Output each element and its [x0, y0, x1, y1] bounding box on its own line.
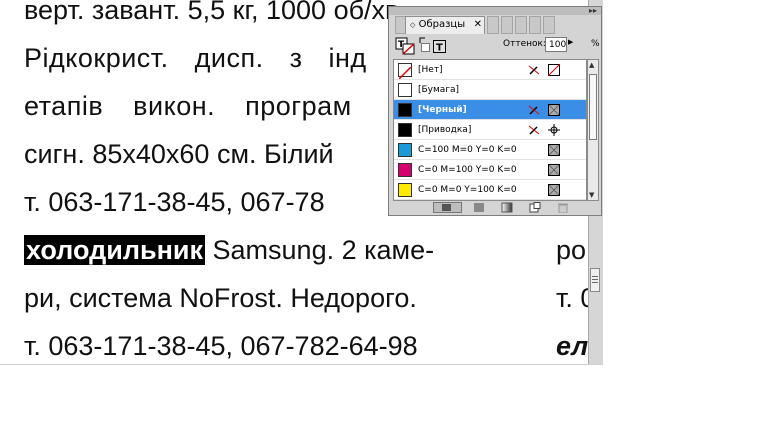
tab-swatches-label: Образцы	[418, 19, 466, 30]
swatch-toolbar: T T Оттенок: 100 ▶ %	[393, 35, 600, 57]
text-line-3: етапів викон. програм	[24, 90, 352, 122]
document-bottom-edge	[0, 364, 602, 365]
grip-line	[592, 282, 598, 283]
swatch-name: [Приводка]	[418, 125, 472, 135]
tab-other[interactable]	[515, 16, 527, 34]
swatch-list-scrollbar[interactable]: ▲ ▼	[587, 59, 599, 201]
tab-other[interactable]	[529, 16, 541, 34]
swatch-color-chip	[398, 83, 412, 97]
swatch-list: [Нет] [Бумага] [Черный] [Приводка] C=100 M=0…	[393, 59, 587, 201]
swatch-name: C=0 M=100 Y=0 K=0	[418, 165, 517, 175]
color-swatches-icon[interactable]	[473, 202, 485, 213]
empty-slot	[528, 144, 540, 156]
tab-other[interactable]	[501, 16, 513, 34]
swatch-row[interactable]: [Нет]	[394, 60, 586, 80]
panel-bottom-bar	[393, 201, 599, 215]
tint-input[interactable]: 100	[545, 37, 567, 52]
tab-grip-icon: ◇	[410, 21, 416, 29]
swatch-color-chip	[398, 123, 412, 137]
swatch-row[interactable]: C=100 M=0 Y=0 K=0	[394, 140, 586, 160]
tab-swatches[interactable]: ◇ Образцы ✕	[405, 16, 485, 34]
swatch-name: C=100 M=0 Y=0 K=0	[418, 145, 517, 155]
panel-tabs: ◇ Образцы ✕	[395, 16, 595, 34]
swatch-scroll-thumb[interactable]	[589, 74, 597, 140]
close-icon[interactable]: ✕	[474, 17, 482, 33]
text-line-2-content: Рідкокрист. дисп. з інд	[24, 43, 367, 73]
svg-text:T: T	[436, 43, 443, 54]
swatch-color-chip	[398, 183, 412, 197]
non-editable-icon	[528, 105, 540, 115]
process-color-icon	[548, 164, 560, 176]
text-format-icon[interactable]: T	[433, 40, 447, 54]
scroll-down-icon[interactable]: ▼	[589, 191, 594, 199]
none-color-icon	[548, 64, 560, 76]
fill-stroke-icon[interactable]: T	[395, 37, 417, 55]
empty-slot	[528, 164, 540, 176]
scroll-up-icon[interactable]: ▲	[589, 61, 594, 69]
text-line-7: ри, система NoFrost. Недорого.	[24, 283, 417, 313]
highlighted-word: холодильник	[24, 235, 206, 265]
process-color-icon	[548, 144, 560, 156]
swatch-row[interactable]: [Приводка]	[394, 120, 586, 140]
text-line-8: т. 063-171-38-45, 067-782-64-98	[24, 331, 418, 361]
grip-line	[592, 276, 598, 277]
swatch-name: [Нет]	[418, 65, 443, 75]
swatch-row[interactable]: [Бумага]	[394, 80, 586, 100]
text-line-5: т. 063-171-38-45, 067-78	[24, 187, 325, 217]
text-line-3-content: етапів викон. програм	[24, 91, 352, 121]
non-editable-icon	[528, 125, 540, 135]
text-line-1: верт. завант. 5,5 кг, 1000 об/хв	[24, 0, 400, 25]
show-swatches-icon[interactable]	[433, 202, 463, 213]
swatch-name: C=0 M=0 Y=100 K=0	[418, 185, 517, 195]
swatches-panel: ▸▸ ◇ Образцы ✕ T T Оттенок: 100 ▶ % [Нет…	[388, 6, 602, 216]
text-line-6-rest: Samsung. 2 каме-	[205, 235, 435, 265]
swatch-color-chip	[398, 63, 412, 80]
delete-swatch-icon[interactable]	[557, 202, 569, 213]
collapse-arrows-icon[interactable]: ▸▸	[589, 7, 597, 15]
tint-unit: %	[591, 39, 600, 49]
swatch-row[interactable]: C=0 M=100 Y=0 K=0	[394, 160, 586, 180]
swatch-color-chip	[398, 163, 412, 177]
swatch-color-chip	[398, 143, 412, 157]
tint-label: Оттенок:	[503, 39, 546, 49]
tab-other[interactable]	[543, 16, 555, 34]
process-color-icon	[548, 184, 560, 196]
new-swatch-icon[interactable]	[529, 202, 541, 213]
panel-title-bar[interactable]	[389, 7, 601, 15]
swatch-row[interactable]: [Черный]	[394, 100, 586, 120]
process-color-icon	[548, 104, 560, 116]
empty-slot	[548, 84, 560, 96]
text-line-4: сигн. 85х40х60 см. Білий	[24, 139, 334, 169]
swatch-name: [Бумага]	[418, 85, 460, 95]
empty-slot	[528, 184, 540, 196]
text-line-6: холодильник Samsung. 2 каме-	[24, 234, 434, 266]
empty-slot	[528, 84, 540, 96]
container-format-icon[interactable]	[421, 43, 431, 53]
swatch-name: [Черный]	[418, 105, 467, 115]
tint-dropdown-icon[interactable]: ▶	[568, 38, 573, 46]
registration-icon	[548, 124, 560, 136]
text-line-2: Рідкокрист. дисп. з інд	[24, 42, 367, 74]
document-scroll-thumb[interactable]	[590, 268, 600, 292]
swatch-row[interactable]: C=0 M=0 Y=100 K=0	[394, 180, 586, 200]
swatch-color-chip	[398, 103, 412, 117]
non-editable-icon	[528, 65, 540, 75]
tab-other[interactable]	[487, 16, 499, 34]
gradient-swatches-icon[interactable]	[501, 202, 513, 213]
grip-line	[592, 279, 598, 280]
